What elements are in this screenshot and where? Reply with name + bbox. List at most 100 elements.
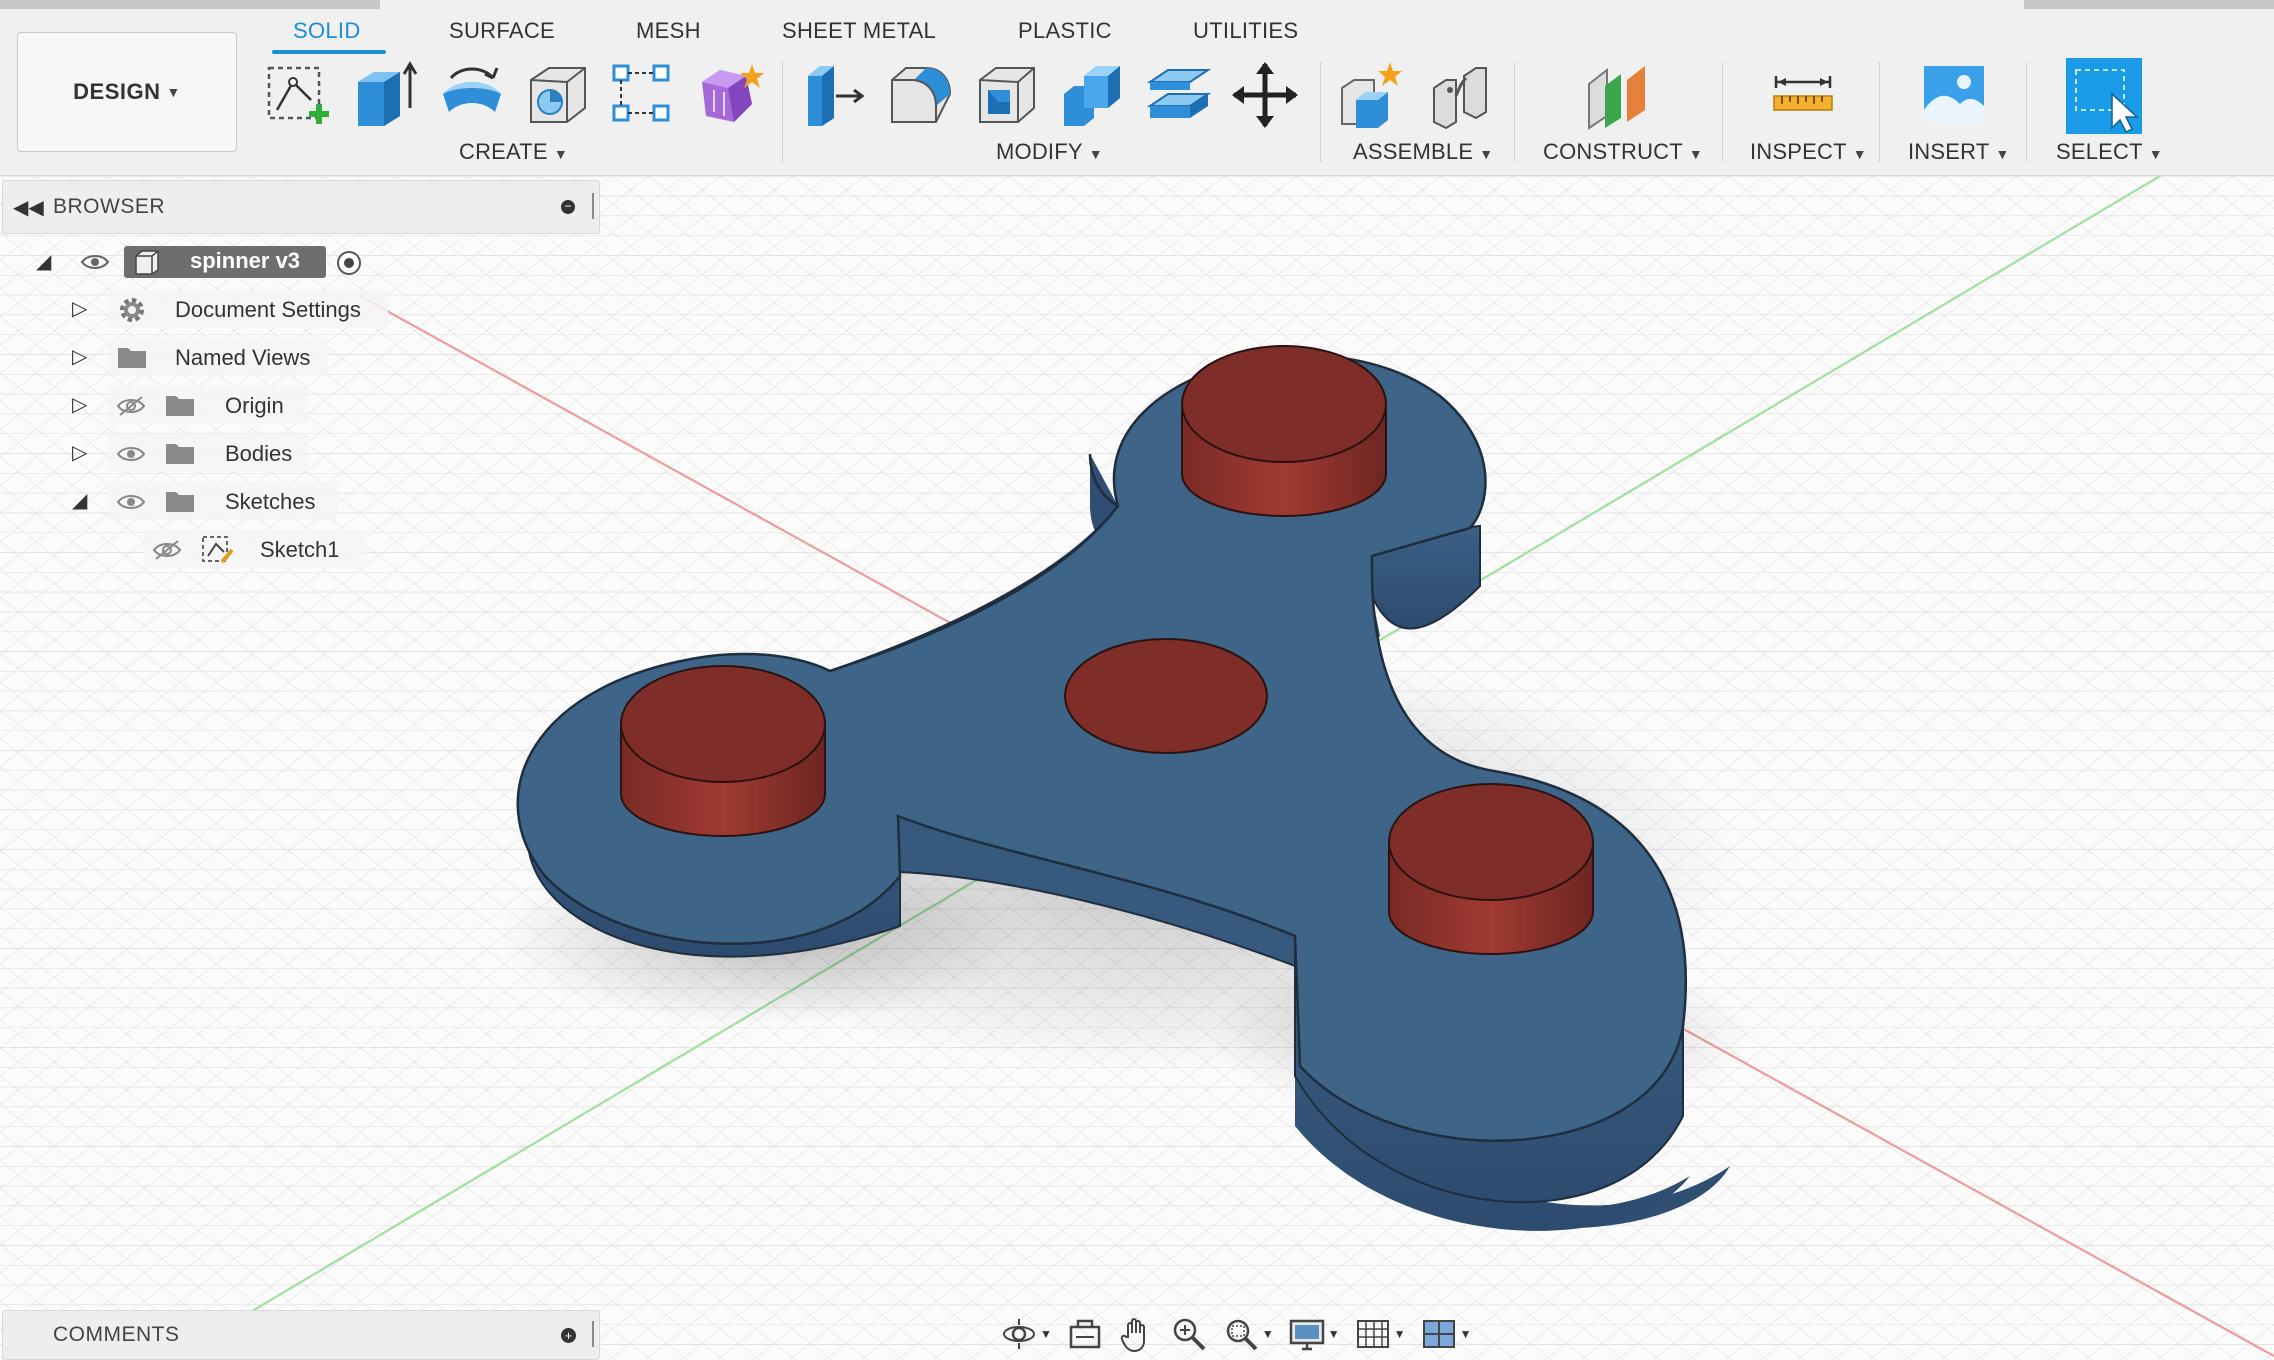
browser-header: ◀◀ BROWSER − xyxy=(2,180,600,234)
visibility-hidden-icon[interactable] xyxy=(152,539,182,561)
insert-menu[interactable]: INSERT ▼ xyxy=(1908,139,2010,165)
3d-viewport[interactable] xyxy=(0,176,2274,1360)
collapse-panel-icon[interactable]: ◀◀ xyxy=(13,195,44,220)
grid-settings-icon[interactable] xyxy=(1354,1315,1392,1353)
toolbar: DESIGN ▼ SOLID SURFACE MESH SHEET METAL … xyxy=(0,0,2274,176)
hole-icon[interactable] xyxy=(523,60,593,130)
create-sketch-icon[interactable] xyxy=(263,60,333,130)
panel-resize-handle[interactable] xyxy=(592,1321,597,1347)
chevron-down-icon: ▼ xyxy=(166,84,181,100)
insert-image-icon[interactable] xyxy=(1920,60,1990,130)
shell-icon[interactable] xyxy=(972,60,1042,130)
expand-triangle-icon[interactable]: ▷ xyxy=(72,296,87,321)
sketch-icon xyxy=(202,536,234,564)
joint-icon[interactable] xyxy=(1426,60,1496,130)
viewports-icon[interactable] xyxy=(1420,1315,1458,1353)
expand-triangle-icon[interactable]: ▷ xyxy=(72,344,87,369)
group-divider xyxy=(1514,62,1515,162)
group-divider xyxy=(782,62,783,162)
new-component-icon[interactable] xyxy=(1336,60,1406,130)
expand-triangle-icon[interactable]: ▷ xyxy=(72,440,87,465)
bearing-center[interactable] xyxy=(1064,638,1268,754)
visibility-eye-icon[interactable] xyxy=(116,491,146,513)
panel-resize-handle[interactable] xyxy=(592,193,597,219)
inspect-menu[interactable]: INSPECT ▼ xyxy=(1750,139,1867,165)
window-tab-strip xyxy=(0,0,380,9)
folder-icon xyxy=(166,492,194,512)
bearing-left[interactable] xyxy=(620,665,826,837)
chevron-down-icon[interactable]: ▼ xyxy=(1262,1327,1274,1341)
chevron-down-icon: ▼ xyxy=(2148,146,2163,162)
group-divider xyxy=(1320,62,1321,162)
group-divider xyxy=(1879,62,1880,162)
create-form-icon[interactable] xyxy=(694,60,764,130)
orbit-icon[interactable] xyxy=(1000,1315,1038,1353)
zoom-icon[interactable] xyxy=(1170,1315,1208,1353)
tree-label: Sketch1 xyxy=(260,537,340,562)
visibility-eye-icon[interactable] xyxy=(116,443,146,465)
collapse-triangle-icon[interactable]: ◢ xyxy=(72,488,87,513)
offset-face-icon[interactable] xyxy=(1144,60,1214,130)
inspect-label: INSPECT xyxy=(1750,139,1847,164)
tab-mesh[interactable]: MESH xyxy=(636,18,701,44)
workspace-label: DESIGN xyxy=(73,79,161,104)
chevron-down-icon[interactable]: ▼ xyxy=(1328,1327,1340,1341)
tree-label: Named Views xyxy=(175,345,311,370)
create-menu[interactable]: CREATE ▼ xyxy=(459,139,568,165)
construct-label: CONSTRUCT xyxy=(1543,139,1683,164)
select-icon[interactable] xyxy=(2066,58,2142,134)
move-icon[interactable] xyxy=(1230,60,1300,130)
pan-hand-icon[interactable] xyxy=(1118,1315,1156,1353)
combine-icon[interactable] xyxy=(1058,60,1128,130)
assemble-menu[interactable]: ASSEMBLE ▼ xyxy=(1353,139,1493,165)
visibility-eye-icon[interactable] xyxy=(80,252,110,272)
navigation-bar: ▼ ▼ ▼ ▼ ▼ xyxy=(1000,1310,1490,1358)
collapse-triangle-icon[interactable]: ◢ xyxy=(36,249,51,274)
chevron-down-icon[interactable]: ▼ xyxy=(1460,1327,1472,1341)
chevron-down-icon[interactable]: ▼ xyxy=(1040,1327,1052,1341)
tab-solid[interactable]: SOLID xyxy=(293,18,361,44)
select-menu[interactable]: SELECT ▼ xyxy=(2056,139,2163,165)
component-name: spinner v3 xyxy=(190,248,301,273)
insert-label: INSERT xyxy=(1908,139,1990,164)
modify-menu[interactable]: MODIFY ▼ xyxy=(996,139,1103,165)
fillet-icon[interactable] xyxy=(886,60,956,130)
gear-icon xyxy=(120,298,144,322)
workspace-switcher[interactable]: DESIGN ▼ xyxy=(17,32,237,152)
chevron-down-icon[interactable]: ▼ xyxy=(1394,1327,1406,1341)
select-label: SELECT xyxy=(2056,139,2143,164)
minimize-icon[interactable]: − xyxy=(561,200,575,214)
comments-title: COMMENTS xyxy=(53,1323,180,1346)
expand-triangle-icon[interactable]: ▷ xyxy=(72,392,87,417)
chevron-down-icon: ▼ xyxy=(553,146,568,162)
chevron-down-icon: ▼ xyxy=(1852,146,1867,162)
component-icon xyxy=(135,250,159,275)
chevron-down-icon: ▼ xyxy=(1088,146,1103,162)
bearing-top[interactable] xyxy=(1181,345,1387,517)
tab-sheet-metal[interactable]: SHEET METAL xyxy=(782,18,936,44)
modify-label: MODIFY xyxy=(996,139,1083,164)
press-pull-icon[interactable] xyxy=(800,60,870,130)
tree-label: Origin xyxy=(225,393,284,418)
tab-plastic[interactable]: PLASTIC xyxy=(1018,18,1112,44)
offset-plane-icon[interactable] xyxy=(1583,60,1653,130)
add-comment-icon[interactable]: + xyxy=(561,1328,576,1343)
tab-utilities[interactable]: UTILITIES xyxy=(1193,18,1298,44)
activate-radio-icon[interactable] xyxy=(336,250,362,276)
revolve-icon[interactable] xyxy=(437,60,507,130)
extrude-icon[interactable] xyxy=(350,60,420,130)
measure-icon[interactable] xyxy=(1768,60,1838,130)
bearing-right[interactable] xyxy=(1388,783,1594,955)
pattern-icon[interactable] xyxy=(608,60,678,130)
display-settings-icon[interactable] xyxy=(1288,1315,1326,1353)
folder-icon xyxy=(118,348,146,368)
tab-surface[interactable]: SURFACE xyxy=(449,18,555,44)
zoom-window-icon[interactable] xyxy=(1222,1315,1260,1353)
look-at-icon[interactable] xyxy=(1066,1315,1104,1353)
construct-menu[interactable]: CONSTRUCT ▼ xyxy=(1543,139,1703,165)
visibility-hidden-icon[interactable] xyxy=(116,395,146,417)
comments-panel[interactable]: COMMENTS + xyxy=(2,1310,600,1360)
chevron-down-icon: ▼ xyxy=(1995,146,2010,162)
active-tab-indicator xyxy=(272,50,386,54)
ground-grid xyxy=(0,176,2274,1360)
